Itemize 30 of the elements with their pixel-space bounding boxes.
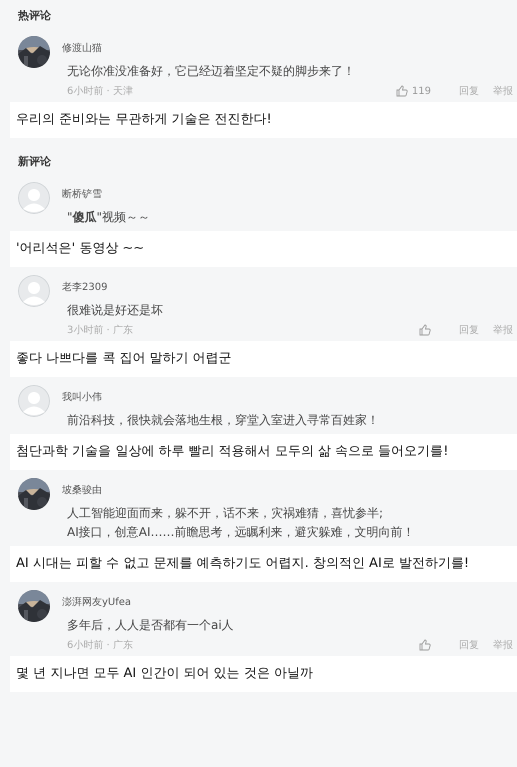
section-title: 热评论 — [16, 8, 52, 24]
avatar-icon — [18, 385, 50, 417]
comment-text: "傻瓜"视频～～ — [67, 209, 152, 226]
comment-text: 很难说是好还是坏 — [67, 302, 164, 319]
section-title: 新评论 — [17, 154, 52, 170]
avatar-icon — [18, 182, 50, 214]
comment-text: 人工智能迎面而来，躲不开，话不来，灾祸难猜，喜忧参半; AI接口，创意AI……前瞻思考，远瞩利来，避灾躲难，文明向前！ — [67, 505, 416, 541]
translation-text: 몇 년 지나면 모두 AI 인간이 되어 있는 것은 아닐까 — [10, 656, 517, 692]
translation-text: AI 시대는 피할 수 없고 문제를 예측하기도 어렵지. 창의적인 AI로 발전하기를! — [10, 546, 517, 582]
username[interactable]: 澎湃网友yUfea — [62, 595, 132, 609]
username[interactable]: 坡桑骏由 — [62, 483, 102, 497]
thumbs-up-icon[interactable] — [396, 85, 408, 97]
translation-text: '어리석은' 동영상 ~~ — [10, 231, 517, 267]
thumbs-up-icon[interactable] — [419, 324, 431, 336]
translation-text: 우리의 준비와는 무관하게 기술은 전진한다! — [10, 102, 517, 138]
comment-text: 多年后，人人是否都有一个ai人 — [67, 617, 235, 634]
translation-text: 좋다 나쁘다를 콕 집어 말하기 어렵군 — [10, 341, 517, 377]
comment-time: 6小时前 · 天津 — [67, 84, 133, 98]
comment-text: 无论你准没准备好，它已经迈着坚定不疑的脚步来了！ — [67, 63, 356, 80]
like-count: 119 — [412, 86, 431, 96]
comment-text: 前沿科技，很快就会落地生根，穿堂入室进入寻常百姓家！ — [67, 412, 380, 429]
translation-text: 첨단과학 기술을 일상에 하루 빨리 적용해서 모두의 삶 속으로 들어오기를! — [10, 434, 517, 470]
comment-time: 6小时前 · 广东 — [67, 638, 133, 652]
avatar-icon — [18, 275, 50, 307]
comment-time: 3小时前 · 广东 — [67, 324, 133, 337]
thumbs-up-icon[interactable] — [419, 639, 431, 651]
username[interactable]: 我叫小伟 — [62, 390, 102, 404]
username[interactable]: 断桥铲雪 — [62, 187, 102, 201]
username[interactable]: 老李2309 — [62, 280, 108, 294]
username[interactable]: 修渡山猫 — [62, 41, 102, 55]
